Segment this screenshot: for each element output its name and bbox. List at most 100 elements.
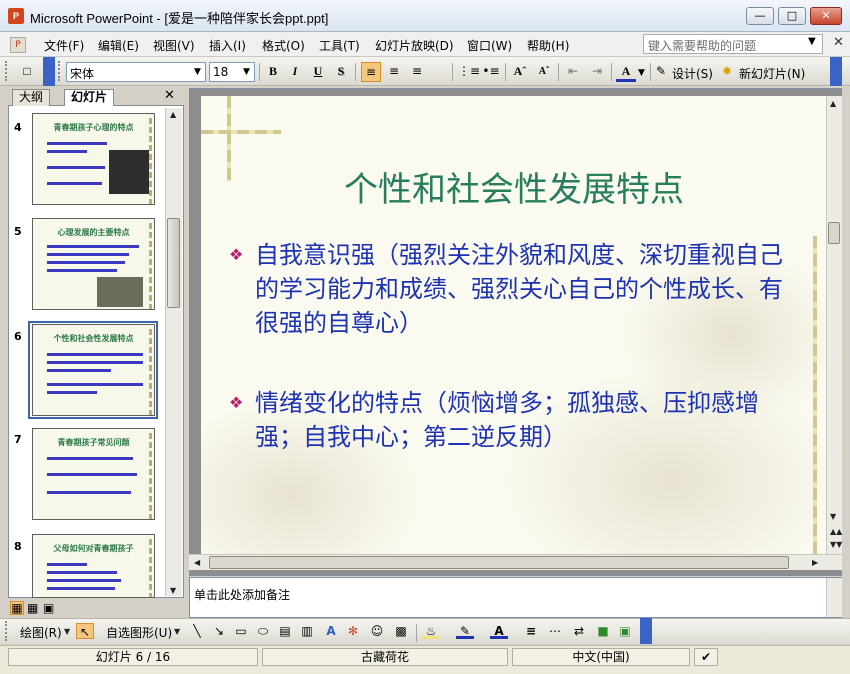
scroll-up-icon[interactable]: ▲ [830, 99, 836, 108]
toolbar-grip[interactable] [5, 61, 9, 81]
slide-thumbnail-4[interactable]: 青春期孩子心理的特点 [32, 113, 155, 205]
maximize-button[interactable]: □ [778, 7, 806, 25]
font-color-icon[interactable]: A [616, 62, 636, 82]
bold-button[interactable]: B [263, 62, 283, 82]
slide-vertical-scrollbar[interactable] [826, 96, 842, 554]
menu-file[interactable]: 文件(F) [44, 37, 84, 54]
notes-placeholder[interactable]: 单击此处添加备注 [194, 586, 290, 603]
autoshapes-button[interactable]: 自选图形(U) [106, 624, 172, 641]
toolbar-separator [558, 63, 559, 81]
font-name-dropdown-icon[interactable]: ▼ [194, 67, 201, 77]
select-pointer-icon[interactable]: ↖ [76, 623, 94, 639]
font-color-dropdown-icon[interactable]: ▼ [638, 68, 645, 78]
dash-style-icon[interactable]: ⋯ [546, 623, 564, 639]
menu-tools[interactable]: 工具(T) [319, 37, 360, 54]
increase-indent-icon[interactable]: ⇥ [587, 62, 607, 82]
slide-thumbnail-6[interactable]: 个性和社会性发展特点 [32, 324, 155, 416]
decrease-font-size-icon[interactable]: Aˇ [534, 62, 554, 82]
draw-dropdown-icon[interactable]: ▼ [64, 627, 70, 636]
slide-sorter-view-icon[interactable]: ▦ [27, 601, 38, 615]
menu-window[interactable]: 窗口(W) [467, 37, 512, 54]
new-document-icon[interactable]: □ [17, 62, 37, 82]
scroll-right-icon[interactable]: ▶ [812, 558, 818, 567]
diagram-icon[interactable]: ✻ [344, 623, 362, 639]
minimize-button[interactable]: — [746, 7, 774, 25]
drawing-toolbar-overflow-icon[interactable] [640, 618, 652, 644]
picture-icon[interactable]: ▩ [392, 623, 410, 639]
scroll-down-icon[interactable]: ▼ [170, 586, 176, 595]
design-button[interactable]: 设计(S) [672, 65, 713, 82]
diamond-bullet-icon: ❖ [229, 393, 244, 412]
increase-font-size-icon[interactable]: Aˆ [510, 62, 530, 82]
slideshow-view-icon[interactable]: ▣ [43, 601, 54, 615]
menu-insert[interactable]: 插入(I) [209, 37, 246, 54]
toolbar-overflow-icon[interactable] [830, 57, 842, 86]
normal-view-icon[interactable]: ▦ [10, 601, 24, 615]
help-search-input[interactable]: 键入需要帮助的问题 [643, 34, 823, 54]
textbox-tool-icon[interactable]: ▤ [276, 623, 294, 639]
new-slide-button[interactable]: 新幻灯片(N) [739, 65, 805, 82]
line-style-icon[interactable]: ≡ [522, 623, 540, 639]
slide-canvas[interactable]: 个性和社会性发展特点 ❖ 自我意识强（强烈关注外貌和风度、深切重视自己的学习能力… [201, 96, 827, 554]
design-template-status: 古藏荷花 [262, 648, 508, 666]
slide-thumbnail-8[interactable]: 父母如何对青春期孩子 [32, 534, 155, 598]
font-color-draw-icon[interactable]: A [490, 623, 508, 639]
tab-slides[interactable]: 幻灯片 [64, 89, 115, 106]
decrease-indent-icon[interactable]: ⇤ [563, 62, 583, 82]
toolbar-grip[interactable] [5, 621, 9, 641]
slide-thumbnail-7[interactable]: 青春期孩子常见问题 [32, 428, 155, 520]
slide-title[interactable]: 个性和社会性发展特点 [201, 162, 827, 211]
clipart-icon[interactable]: ☺ [368, 623, 386, 639]
italic-button[interactable]: I [285, 62, 305, 82]
slide-scroll-thumb[interactable] [828, 222, 840, 244]
line-color-icon[interactable]: ✎ [456, 623, 474, 639]
thumbnail-scrollbar[interactable] [165, 108, 182, 596]
shadow-style-icon[interactable]: ■ [594, 623, 612, 639]
slide-bullet[interactable]: ❖ 自我意识强（强烈关注外貌和风度、深切重视自己的学习能力和成绩、强烈关心自己的… [229, 238, 791, 340]
line-tool-icon[interactable]: ╲ [188, 623, 206, 639]
previous-slide-icon[interactable]: ▲▲ [830, 527, 842, 536]
document-icon[interactable]: P [10, 37, 26, 53]
thumbnail-scroll-thumb[interactable] [167, 218, 180, 308]
menu-edit[interactable]: 编辑(E) [98, 37, 139, 54]
align-left-icon[interactable]: ≡ [361, 62, 381, 82]
tab-outline[interactable]: 大纲 [12, 89, 51, 106]
pane-close-icon[interactable]: ✕ [164, 88, 175, 103]
vertical-textbox-icon[interactable]: ▥ [298, 623, 316, 639]
help-dropdown-icon[interactable]: ▼ [808, 36, 816, 47]
menu-help[interactable]: 帮助(H) [527, 37, 569, 54]
toolbar-options-icon[interactable] [43, 57, 55, 86]
arrow-tool-icon[interactable]: ↘ [210, 623, 228, 639]
scroll-left-icon[interactable]: ◀ [194, 558, 200, 567]
wordart-icon[interactable]: A [322, 623, 340, 639]
align-center-icon[interactable]: ≡ [384, 62, 404, 82]
rectangle-tool-icon[interactable]: ▭ [232, 623, 250, 639]
font-name-combo[interactable]: 宋体 [66, 62, 206, 82]
underline-button[interactable]: U [308, 62, 328, 82]
slide-bullet[interactable]: ❖ 情绪变化的特点（烦恼增多；孤独感、压抑感增强；自我中心；第二逆反期） [229, 386, 791, 454]
align-right-icon[interactable]: ≡ [407, 62, 427, 82]
powerpoint-app-icon[interactable]: P [8, 8, 24, 24]
next-slide-icon[interactable]: ▼▼ [830, 540, 842, 549]
draw-menu-button[interactable]: 绘图(R) [20, 624, 62, 641]
arrow-style-icon[interactable]: ⇄ [570, 623, 588, 639]
horizontal-scroll-thumb[interactable] [209, 556, 789, 569]
scroll-up-icon[interactable]: ▲ [170, 110, 176, 119]
oval-tool-icon[interactable]: ⬭ [254, 623, 272, 639]
menu-slideshow[interactable]: 幻灯片放映(D) [375, 37, 454, 54]
close-document-button[interactable]: ✕ [833, 35, 844, 50]
close-window-button[interactable]: ✕ [810, 7, 842, 25]
bulleted-list-icon[interactable]: •≡ [481, 62, 501, 82]
menu-view[interactable]: 视图(V) [153, 37, 195, 54]
font-size-dropdown-icon[interactable]: ▼ [243, 67, 250, 77]
numbered-list-icon[interactable]: ⋮≡ [458, 62, 480, 82]
3d-style-icon[interactable]: ▣ [616, 623, 634, 639]
spelling-check-icon[interactable]: ✔ [694, 648, 718, 666]
fill-color-icon[interactable]: ♨ [422, 623, 440, 639]
scroll-down-icon[interactable]: ▼ [830, 512, 836, 521]
slide-thumbnail-5[interactable]: 心理发展的主要特点 [32, 218, 155, 310]
shadow-button[interactable]: S [331, 62, 351, 82]
autoshapes-dropdown-icon[interactable]: ▼ [174, 627, 180, 636]
menu-format[interactable]: 格式(O) [262, 37, 305, 54]
notes-scrollbar[interactable] [826, 578, 842, 617]
